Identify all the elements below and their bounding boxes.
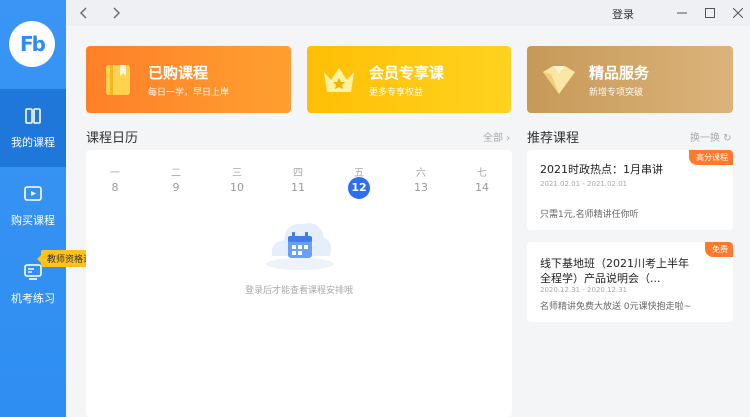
minimize-icon bbox=[677, 12, 687, 14]
close-button[interactable] bbox=[726, 0, 750, 26]
maximize-button[interactable] bbox=[698, 0, 722, 26]
sidebar-item-buy-courses[interactable]: 购买课程 bbox=[0, 167, 66, 245]
calendar-day[interactable]: 13 bbox=[411, 181, 431, 194]
course-title: 线下基地班（2021川考上半年全程学）产品说明会（... bbox=[540, 257, 689, 285]
close-icon bbox=[733, 8, 743, 18]
diamond-icon bbox=[543, 66, 575, 94]
card-title: 会员专享课 bbox=[369, 64, 445, 82]
sidebar-item-label: 我的课程 bbox=[11, 136, 55, 149]
maximize-icon bbox=[705, 8, 715, 18]
book-open-icon bbox=[25, 108, 41, 124]
calendar-day[interactable]: 11 bbox=[288, 181, 308, 194]
forward-button[interactable] bbox=[106, 0, 126, 26]
calendar-day[interactable]: 8 bbox=[105, 181, 125, 194]
course-calendar: 一 二 三 四 五 六 七 8 9 10 11 12 13 14 登录后才能查看… bbox=[86, 150, 512, 417]
course-title: 2021时政热点：1月串讲 bbox=[540, 163, 663, 176]
calendar-all-link[interactable]: 全部 › bbox=[483, 129, 510, 144]
weekday-label: 一 bbox=[110, 168, 120, 179]
card-premium-service[interactable]: 精品服务 新增专项突破 bbox=[527, 46, 733, 113]
chevron-right-icon bbox=[113, 7, 120, 19]
login-button[interactable]: 登录 bbox=[612, 6, 634, 22]
logo-text: Fb bbox=[20, 32, 46, 56]
calendar-day-today[interactable]: 12 bbox=[348, 177, 370, 199]
weekday-label: 三 bbox=[232, 168, 242, 179]
weekday-label: 六 bbox=[416, 168, 426, 179]
title-bar: 登录 bbox=[66, 0, 750, 26]
course-badge: 高分课程 bbox=[689, 150, 733, 165]
empty-calendar-illustration bbox=[266, 223, 334, 270]
sidebar-item-label: 机考练习 bbox=[11, 292, 55, 305]
book-icon bbox=[106, 65, 130, 95]
calendar-all-label: 全部 bbox=[483, 133, 503, 144]
computer-exam-icon bbox=[24, 264, 42, 280]
sidebar-item-my-courses[interactable]: 我的课程 bbox=[0, 89, 66, 167]
course-description: 只需1元,名师精讲任你听 bbox=[540, 210, 639, 220]
refresh-icon: ↻ bbox=[720, 133, 732, 144]
chevron-left-icon bbox=[80, 7, 87, 19]
calendar-day[interactable]: 9 bbox=[166, 181, 186, 194]
chevron-right-icon: › bbox=[503, 133, 511, 144]
app-logo: Fb bbox=[9, 21, 55, 67]
calendar-title: 课程日历 bbox=[86, 131, 139, 146]
calendar-day[interactable]: 10 bbox=[227, 181, 247, 194]
course-date: 2021.02.01 - 2021.02.01 bbox=[540, 180, 628, 188]
course-description: 名师精讲免费大放送 0元课快抱走啦~ bbox=[540, 302, 692, 312]
card-subtitle: 更多专享权益 bbox=[369, 88, 424, 98]
crown-icon bbox=[324, 68, 354, 92]
course-badge: 免费 bbox=[705, 242, 733, 257]
refresh-button[interactable]: 换一换 ↻ bbox=[690, 129, 732, 144]
refresh-label: 换一换 bbox=[690, 133, 720, 144]
sidebar-item-label: 购买课程 bbox=[11, 214, 55, 227]
recommend-item[interactable]: 免费 线下基地班（2021川考上半年全程学）产品说明会（... 2020.12.… bbox=[527, 242, 733, 322]
card-subtitle: 新增专项突破 bbox=[589, 88, 644, 98]
calendar-day[interactable]: 14 bbox=[472, 181, 492, 194]
recommend-item[interactable]: 高分课程 2021时政热点：1月串讲 2021.02.01 - 2021.02.… bbox=[527, 150, 733, 230]
minimize-button[interactable] bbox=[670, 0, 694, 26]
sidebar: Fb 我的课程 购买课程 机考练习 bbox=[0, 0, 66, 417]
calendar-empty-text: 登录后才能查看课程安排哦 bbox=[244, 286, 353, 296]
weekday-label: 七 bbox=[477, 168, 487, 179]
card-title: 已购课程 bbox=[148, 64, 209, 82]
card-member-courses[interactable]: 会员专享课 更多专享权益 bbox=[307, 46, 511, 113]
video-play-icon bbox=[24, 186, 42, 201]
back-button[interactable] bbox=[74, 0, 94, 26]
weekday-label: 二 bbox=[171, 168, 181, 179]
card-purchased-courses[interactable]: 已购课程 每日一学，早日上岸 bbox=[86, 46, 291, 113]
card-subtitle: 每日一学，早日上岸 bbox=[148, 88, 230, 98]
weekday-label: 四 bbox=[293, 168, 303, 179]
course-date: 2020.12.31 - 2020.12.31 bbox=[540, 286, 628, 294]
recommend-title: 推荐课程 bbox=[527, 131, 580, 146]
card-title: 精品服务 bbox=[589, 64, 650, 82]
